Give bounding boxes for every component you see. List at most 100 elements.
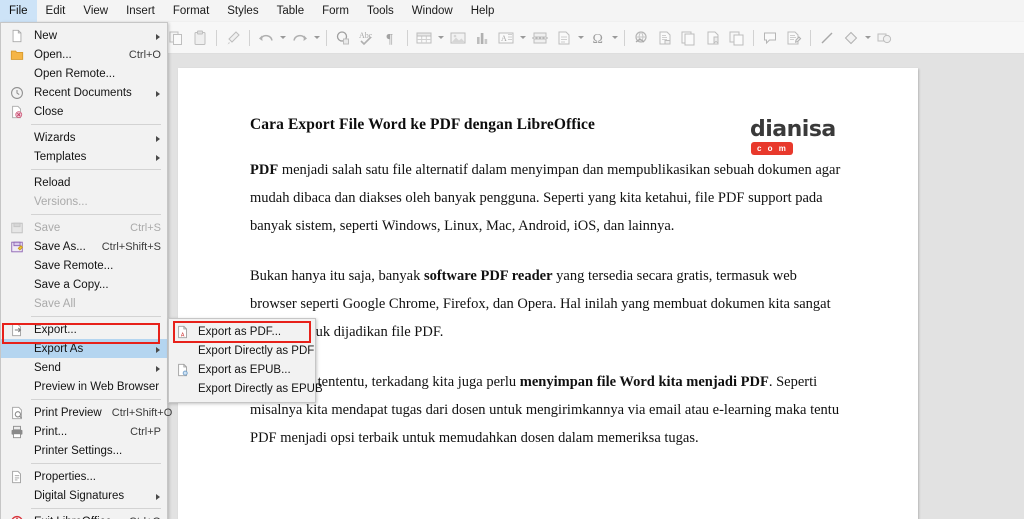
hyperlink-icon[interactable] (629, 26, 653, 50)
svg-text:¶: ¶ (387, 32, 394, 46)
insert-table-icon[interactable] (412, 26, 436, 50)
shapes-dropdown-arrow[interactable] (863, 26, 873, 50)
menubar-item-tools[interactable]: Tools (358, 0, 403, 22)
file-menu-item-exit-libreoffice[interactable]: Exit LibreOfficeCtrl+Q (1, 512, 167, 519)
file-menu-item-digital-signatures[interactable]: Digital Signatures (1, 486, 167, 505)
menu-item-shortcut: Ctrl+Shift+O (111, 406, 173, 419)
paragraph-bold-run: PDF (250, 162, 279, 178)
special-character-dropdown-arrow[interactable] (610, 26, 620, 50)
redo-dropdown-arrow[interactable] (312, 26, 322, 50)
file-menu-item-new[interactable]: New (1, 26, 167, 45)
endnote-icon[interactable] (677, 26, 701, 50)
toolbar-separator (326, 29, 327, 46)
comment-icon[interactable] (758, 26, 782, 50)
menubar-item-window[interactable]: Window (403, 0, 462, 22)
show-draw-functions-icon[interactable] (873, 26, 897, 50)
bookmark-icon[interactable] (701, 26, 725, 50)
menubar-item-view[interactable]: View (74, 0, 117, 22)
field-dropdown-arrow[interactable] (576, 26, 586, 50)
track-changes-icon[interactable] (782, 26, 806, 50)
undo-dropdown-arrow[interactable] (278, 26, 288, 50)
file-menu-item-open[interactable]: Open... Ctrl+O (1, 45, 167, 64)
file-menu-item-save-a-copy[interactable]: Save a Copy... (1, 275, 167, 294)
menu-item-label: Export As (34, 342, 84, 355)
page-break-icon[interactable] (528, 26, 552, 50)
file-menu-item-reload[interactable]: Reload (1, 173, 167, 192)
menubar-item-insert[interactable]: Insert (117, 0, 164, 22)
export-submenu-item-export-directly-as-epub[interactable]: Export Directly as EPUB (169, 379, 323, 398)
menu-item-label: Export... (34, 323, 77, 336)
file-menu-item-send[interactable]: Send (1, 358, 167, 377)
file-menu-item-save-all: Save All (1, 294, 167, 313)
special-character-icon[interactable]: Ω (586, 26, 610, 50)
table-dropdown-arrow[interactable] (436, 26, 446, 50)
menubar-item-form[interactable]: Form (313, 0, 358, 22)
menubar-item-edit[interactable]: Edit (37, 0, 75, 22)
svg-text:Abc: Abc (359, 31, 373, 40)
epub-icon (175, 362, 191, 377)
export-submenu-item-export-as-epub[interactable]: Export as EPUB... (169, 360, 315, 379)
file-menu-dropdown[interactable]: New Open... Ctrl+O Open Remote... Recent Doc… (0, 22, 172, 519)
menubar-item-file[interactable]: File (0, 0, 37, 22)
clone-formatting-icon[interactable] (221, 26, 245, 50)
spelling-icon[interactable]: Abc (355, 26, 379, 50)
paragraph-run: menjadi salah satu file alternatif dalam… (250, 162, 841, 234)
find-and-replace-icon[interactable] (331, 26, 355, 50)
file-menu-item-properties[interactable]: Properties... (1, 467, 167, 486)
file-menu-item-printer-settings[interactable]: Printer Settings... (1, 441, 167, 460)
file-menu-item-save-remote[interactable]: Save Remote... (1, 256, 167, 275)
menu-item-label: New (34, 29, 58, 42)
file-menu-item-versions: Versions... (1, 192, 167, 211)
menu-item-label: Save (34, 221, 61, 234)
menu-item-label: Wizards (34, 131, 76, 144)
printer-icon (9, 424, 25, 439)
file-menu-item-export[interactable]: Export... (1, 320, 167, 339)
menu-item-shortcut: Ctrl+S (130, 221, 161, 234)
export-submenu-item-export-as-pdf[interactable]: A Export as PDF... (169, 322, 315, 341)
menu-item-label: Print Preview (34, 406, 102, 419)
text-box-dropdown-arrow[interactable] (518, 26, 528, 50)
menu-item-label: Printer Settings... (34, 444, 123, 457)
formatting-marks-icon[interactable]: ¶ (379, 26, 403, 50)
export-icon (9, 322, 25, 337)
file-menu-item-open-remote[interactable]: Open Remote... (1, 64, 167, 83)
menubar-item-styles[interactable]: Styles (218, 0, 267, 22)
insert-image-icon[interactable] (446, 26, 470, 50)
file-menu-item-save-as[interactable]: Save As... Ctrl+Shift+S (1, 237, 167, 256)
menu-item-label: Export as PDF... (198, 325, 282, 338)
toolbar-separator (753, 29, 754, 46)
basic-shapes-icon[interactable] (839, 26, 863, 50)
file-menu-item-print-preview[interactable]: Print Preview Ctrl+Shift+O (1, 403, 172, 422)
open-folder-icon (9, 47, 25, 62)
file-menu-item-recent-documents[interactable]: Recent Documents (1, 83, 167, 102)
file-menu-item-wizards[interactable]: Wizards (1, 128, 167, 147)
menubar-item-format[interactable]: Format (164, 0, 218, 22)
menu-item-shortcut: Ctrl+Q (119, 516, 161, 519)
menubar-item-help[interactable]: Help (462, 0, 504, 22)
file-menu-item-preview-in-web-browser[interactable]: Preview in Web Browser (1, 377, 167, 396)
menu-item-shortcut: Ctrl+P (130, 425, 161, 438)
paste-icon[interactable] (188, 26, 212, 50)
file-menu-item-close[interactable]: Close (1, 102, 167, 121)
menu-item-shortcut: Ctrl+O (128, 48, 161, 61)
insert-field-icon[interactable] (552, 26, 576, 50)
properties-icon (9, 469, 25, 484)
export-as-submenu[interactable]: A Export as PDF... Export Directly as PDF E… (168, 318, 323, 403)
export-submenu-item-export-directly-as-pdf[interactable]: Export Directly as PDF (169, 341, 315, 360)
file-menu-item-export-as[interactable]: Export As (1, 339, 167, 358)
redo-icon[interactable] (288, 26, 312, 50)
menubar-item-table[interactable]: Table (268, 0, 314, 22)
menu-item-label: Open Remote... (34, 67, 116, 80)
cross-reference-icon[interactable] (725, 26, 749, 50)
undo-icon[interactable] (254, 26, 278, 50)
insert-chart-icon[interactable] (470, 26, 494, 50)
insert-text-box-icon[interactable]: A (494, 26, 518, 50)
menu-item-shortcut: Ctrl+Shift+S (101, 240, 161, 253)
file-menu-item-templates[interactable]: Templates (1, 147, 167, 166)
footnote-icon[interactable] (653, 26, 677, 50)
document-page[interactable]: dianisac o m Cara Export File Word ke PD… (178, 68, 918, 519)
file-menu-item-print[interactable]: Print... Ctrl+P (1, 422, 167, 441)
line-icon[interactable] (815, 26, 839, 50)
menu-item-label: Reload (34, 176, 71, 189)
document-paragraph: Bukan hanya itu saja, banyak software PD… (250, 262, 845, 346)
